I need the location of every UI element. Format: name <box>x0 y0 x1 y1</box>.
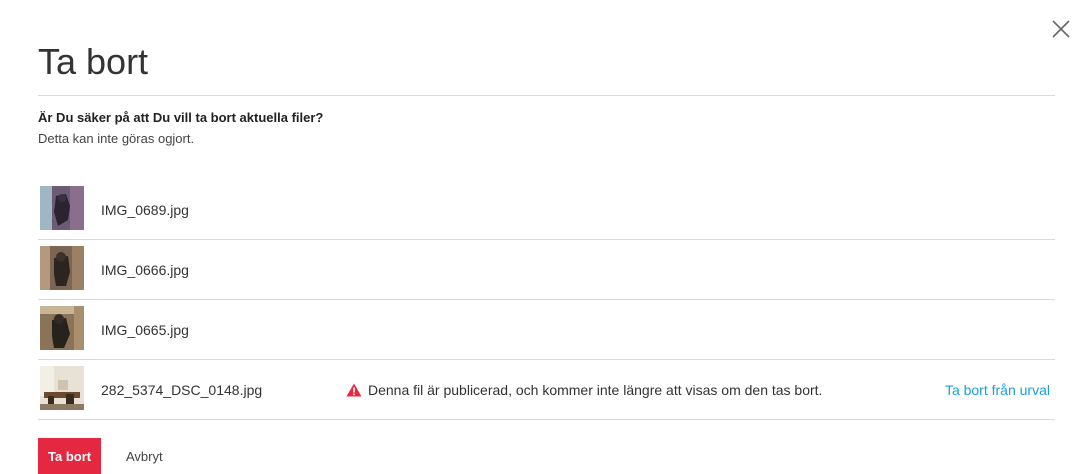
published-warning: Denna fil är publicerad, och kommer inte… <box>346 382 822 398</box>
remove-from-selection-link[interactable]: Ta bort från urval <box>945 382 1050 398</box>
file-row: 282_5374_DSC_0148.jpg Denna fil är publi… <box>38 360 1055 420</box>
file-name: IMG_0666.jpg <box>101 262 189 278</box>
file-row: IMG_0689.jpg <box>38 180 1055 240</box>
file-name: IMG_0689.jpg <box>101 202 189 218</box>
confirm-question: Är Du säker på att Du vill ta bort aktue… <box>38 110 324 125</box>
divider <box>38 95 1055 96</box>
file-thumbnail <box>40 246 84 290</box>
delete-button[interactable]: Ta bort <box>38 438 102 474</box>
warning-text: Denna fil är publicerad, och kommer inte… <box>368 382 823 398</box>
cancel-button[interactable]: Avbryt <box>118 438 171 474</box>
warning-triangle-icon <box>346 383 362 397</box>
delete-dialog: Ta bort Är Du säker på att Du vill ta bo… <box>0 0 1076 474</box>
file-row: IMG_0665.jpg <box>38 300 1055 360</box>
file-name: IMG_0665.jpg <box>101 322 189 338</box>
close-icon[interactable] <box>1050 18 1072 40</box>
file-list: IMG_0689.jpg IMG_0666.jpg IMG_0665.jpg 2… <box>38 180 1055 420</box>
file-thumbnail <box>40 366 84 410</box>
file-thumbnail <box>40 186 84 230</box>
confirm-subtext: Detta kan inte göras ogjort. <box>38 131 195 146</box>
file-name: 282_5374_DSC_0148.jpg <box>101 382 263 398</box>
dialog-title: Ta bort <box>38 41 149 82</box>
file-row: IMG_0666.jpg <box>38 240 1055 300</box>
file-thumbnail <box>40 306 84 350</box>
